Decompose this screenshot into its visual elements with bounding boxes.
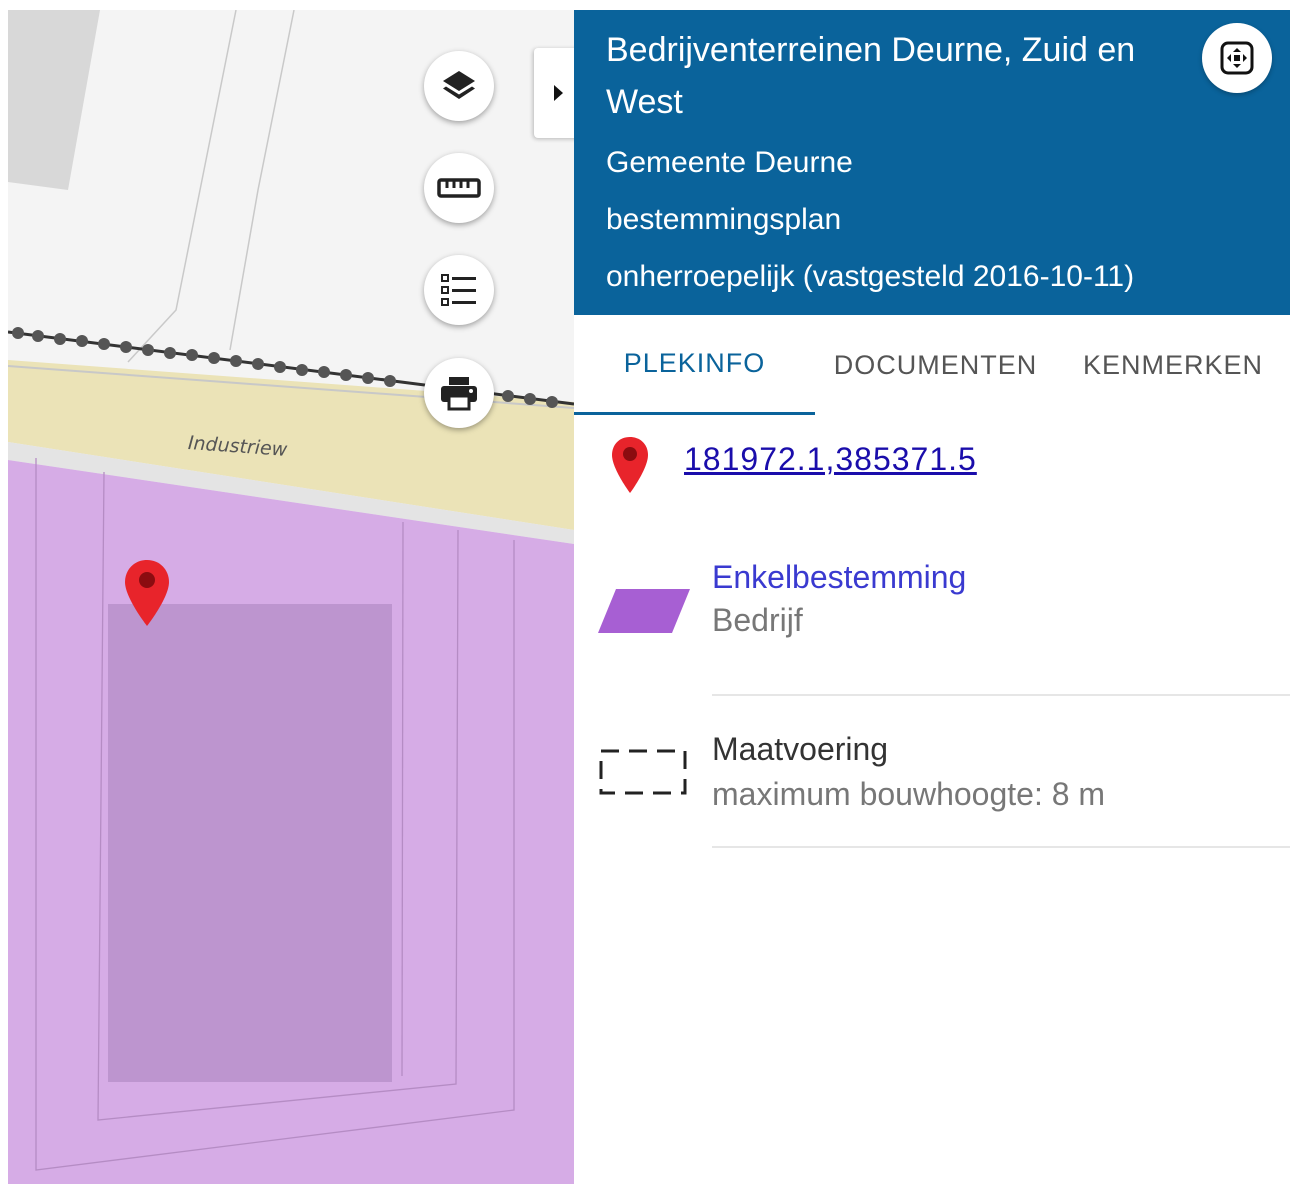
map-marker-icon bbox=[123, 558, 171, 630]
tab-documenten[interactable]: DOCUMENTEN bbox=[815, 315, 1056, 415]
print-button[interactable] bbox=[424, 358, 494, 428]
tab-plekinfo[interactable]: PLEKINFO bbox=[574, 315, 815, 415]
caret-right-icon bbox=[554, 85, 563, 101]
item-title-link[interactable]: Enkelbestemming bbox=[712, 559, 966, 596]
legend-button[interactable] bbox=[424, 255, 494, 325]
divider bbox=[712, 846, 1290, 848]
plan-header: Bedrijventerreinen Deurne, Zuid en West … bbox=[574, 10, 1290, 315]
zoom-to-plan-button[interactable] bbox=[1202, 23, 1272, 93]
map-view[interactable]: Industriew bbox=[8, 10, 574, 1184]
measure-button[interactable] bbox=[424, 153, 494, 223]
ruler-icon bbox=[437, 178, 481, 198]
parallelogram-swatch-icon bbox=[598, 589, 690, 637]
plan-title: Bedrijventerreinen Deurne, Zuid en West bbox=[606, 31, 1136, 121]
layers-icon bbox=[443, 71, 475, 99]
plan-municipality: Gemeente Deurne bbox=[606, 146, 853, 179]
map-pin-icon bbox=[610, 435, 650, 501]
divider bbox=[712, 694, 1290, 696]
tab-bar: PLEKINFO DOCUMENTEN KENMERKEN bbox=[574, 315, 1290, 415]
panel-collapse-toggle[interactable] bbox=[534, 48, 574, 138]
layers-button[interactable] bbox=[424, 51, 494, 121]
item-subtitle: Bedrijf bbox=[712, 602, 803, 638]
selected-area-shape bbox=[108, 604, 392, 1082]
item-subtitle: maximum bouwhoogte: 8 m bbox=[712, 776, 1106, 812]
tab-kenmerken[interactable]: KENMERKEN bbox=[1056, 315, 1290, 415]
fit-extent-icon bbox=[1220, 41, 1254, 75]
coordinates-link[interactable]: 181972.1,385371.5 bbox=[684, 441, 977, 478]
item-title: Maatvoering bbox=[712, 731, 889, 767]
dashed-rectangle-icon bbox=[598, 745, 688, 801]
list-icon bbox=[441, 274, 476, 306]
plan-status: onherroepelijk (vastgesteld 2016-10-11) bbox=[606, 260, 1135, 293]
plan-type: bestemmingsplan bbox=[606, 203, 842, 236]
printer-icon bbox=[441, 377, 477, 411]
